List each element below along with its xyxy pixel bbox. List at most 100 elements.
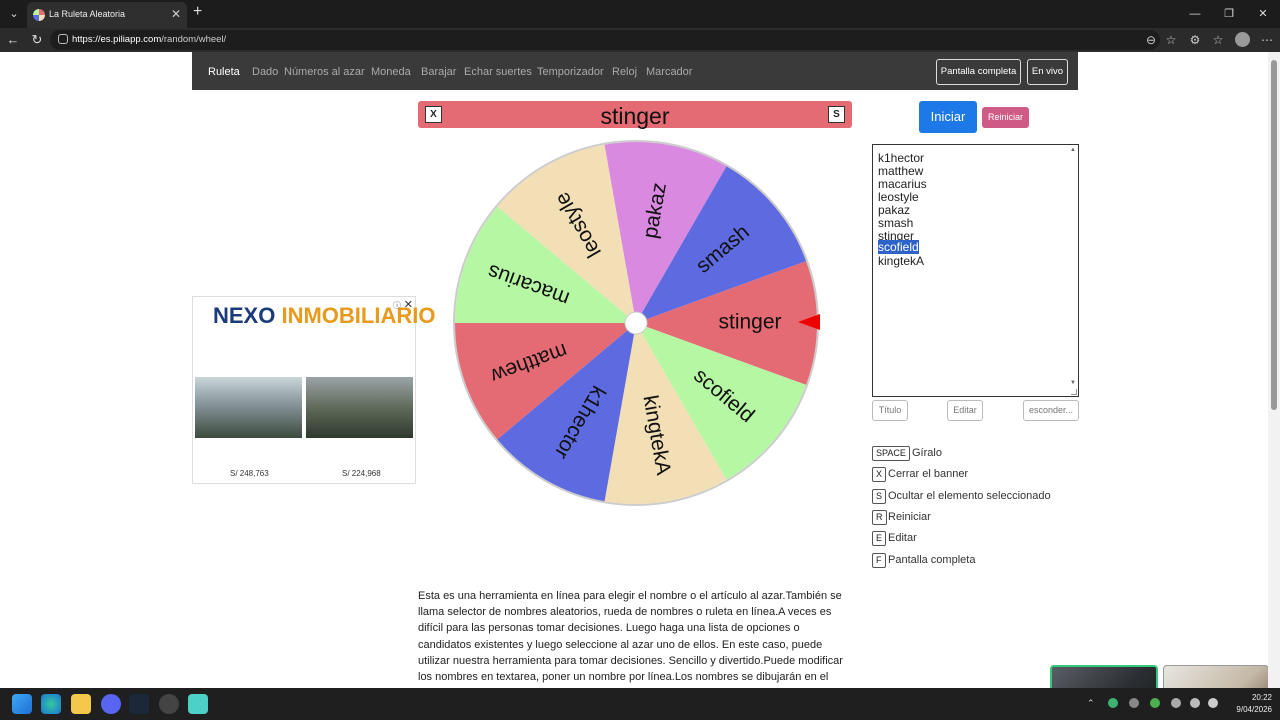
url-input[interactable]: https://es.piliapp.com/random/wheel/ bbox=[50, 30, 1160, 50]
site-navbar: Ruleta Dado Números al azar Moneda Baraj… bbox=[192, 52, 1078, 90]
obs-icon[interactable] bbox=[159, 694, 179, 714]
name-line: leostyle bbox=[878, 190, 919, 204]
ad-logo: NEXO INMOBILIARIO bbox=[213, 303, 436, 328]
webcam-overlay bbox=[1163, 665, 1268, 688]
shortcut-label: Cerrar el banner bbox=[888, 468, 969, 480]
window-controls: — ❐ ✕ bbox=[1178, 0, 1280, 28]
page-content: Ruleta Dado Números al azar Moneda Baraj… bbox=[0, 52, 1268, 688]
name-line: smash bbox=[878, 216, 914, 230]
ad-price: S/ 248,763 bbox=[230, 469, 269, 478]
name-line: macarius bbox=[878, 177, 927, 191]
nav-item-ruleta[interactable]: Ruleta bbox=[208, 66, 240, 78]
close-window-icon[interactable]: ✕ bbox=[1246, 0, 1280, 28]
roulette-wheel[interactable]: stingerscofieldkingtekAk1hectormatthewma… bbox=[450, 137, 822, 509]
nav-item-temporizador[interactable]: Temporizador bbox=[537, 66, 604, 78]
nav-item-moneda[interactable]: Moneda bbox=[371, 66, 411, 78]
hide-options-button[interactable]: esconder... bbox=[1023, 400, 1079, 421]
live-button[interactable]: En vivo bbox=[1027, 59, 1068, 85]
name-line: matthew bbox=[878, 164, 924, 178]
fullscreen-button[interactable]: Pantalla completa bbox=[936, 59, 1021, 85]
clock-time: 20:22 bbox=[1251, 693, 1272, 702]
tray-app-icon[interactable] bbox=[1129, 698, 1139, 708]
new-tab-icon[interactable]: + bbox=[193, 3, 202, 21]
wheel-hub bbox=[624, 311, 648, 335]
file-explorer-icon[interactable] bbox=[71, 694, 91, 714]
description-text: Esta es una herramienta en línea para el… bbox=[418, 590, 843, 688]
favorite-star-icon[interactable]: ☆ bbox=[1162, 31, 1180, 49]
edit-button[interactable]: Editar bbox=[947, 400, 983, 421]
names-textarea[interactable]: k1hector matthew macarius leostyle pakaz… bbox=[872, 144, 1079, 397]
reset-button[interactable]: Reiniciar bbox=[982, 107, 1029, 128]
url-host: https://es.piliapp.com bbox=[72, 34, 162, 45]
close-tab-icon[interactable]: ✕ bbox=[171, 7, 181, 21]
reading-mode-icon[interactable]: ⊖ bbox=[1142, 31, 1160, 49]
shortcut-label: Ocultar el elemento seleccionado bbox=[888, 490, 1051, 502]
extensions-icon[interactable]: ⚙ bbox=[1186, 31, 1204, 49]
start-icon[interactable] bbox=[12, 694, 32, 714]
resize-handle-icon[interactable] bbox=[1071, 389, 1077, 395]
restore-icon[interactable]: ❐ bbox=[1212, 0, 1246, 28]
nav-item-marcador[interactable]: Marcador bbox=[646, 66, 692, 78]
system-clock[interactable]: 20:22 9/04/2026 bbox=[1236, 692, 1272, 716]
scroll-up-arrow-icon[interactable]: ▲ bbox=[1070, 147, 1076, 153]
notepad-icon[interactable] bbox=[188, 694, 208, 714]
shortcut-label: Pantalla completa bbox=[888, 554, 976, 566]
ad-building-image[interactable] bbox=[195, 377, 302, 438]
nav-item-numeros[interactable]: Números al azar bbox=[284, 66, 365, 78]
ad-building-image[interactable] bbox=[306, 377, 413, 438]
clock-date: 9/04/2026 bbox=[1236, 705, 1272, 714]
name-line: pakaz bbox=[878, 203, 911, 217]
nav-item-echar-suertes[interactable]: Echar suertes bbox=[464, 66, 532, 78]
result-banner: stinger X S bbox=[418, 101, 852, 129]
address-toolbar: ← ↻ https://es.piliapp.com/random/wheel/… bbox=[0, 28, 1280, 52]
edge-browser-icon[interactable] bbox=[41, 694, 61, 714]
tray-app-icon[interactable] bbox=[1108, 698, 1118, 708]
menu-dots-icon[interactable]: ⋯ bbox=[1258, 31, 1276, 49]
ad-info-icon[interactable]: ⓘ bbox=[393, 300, 401, 311]
microphone-icon[interactable] bbox=[1171, 698, 1181, 708]
roulette-favicon-icon bbox=[33, 9, 45, 21]
url-path: /random/wheel/ bbox=[161, 34, 227, 45]
name-line: kingtekA bbox=[878, 254, 925, 268]
page-scrollbar[interactable] bbox=[1268, 52, 1280, 688]
tab-title: La Ruleta Aleatoria bbox=[49, 9, 126, 19]
back-arrow-icon[interactable]: ← bbox=[4, 31, 22, 49]
tab-list-chevron-icon[interactable]: ⌄ bbox=[4, 4, 24, 24]
wheel-segment-label: stinger bbox=[719, 311, 782, 334]
profile-avatar-icon[interactable] bbox=[1235, 32, 1250, 47]
browser-tab[interactable]: La Ruleta Aleatoria ✕ bbox=[27, 2, 187, 28]
start-button[interactable]: Iniciar bbox=[919, 101, 977, 133]
network-icon[interactable] bbox=[1190, 698, 1200, 708]
reload-icon[interactable]: ↻ bbox=[28, 31, 46, 49]
hide-selected-button[interactable]: S bbox=[828, 106, 845, 123]
steam-icon[interactable] bbox=[129, 694, 149, 714]
browser-tab-bar: ⌄ La Ruleta Aleatoria ✕ + — ❐ ✕ bbox=[0, 0, 1280, 28]
scroll-down-arrow-icon[interactable]: ▼ bbox=[1070, 380, 1076, 386]
tray-overflow-chevron-icon[interactable]: ⌃ bbox=[1087, 698, 1097, 708]
ad-close-icon[interactable]: ✕ bbox=[404, 298, 413, 311]
name-line-selected: scofield bbox=[878, 240, 919, 254]
nav-item-dado[interactable]: Dado bbox=[252, 66, 278, 78]
nav-item-barajar[interactable]: Barajar bbox=[421, 66, 456, 78]
webcam-overlay bbox=[1050, 665, 1158, 688]
result-text: stinger bbox=[600, 103, 670, 129]
scroll-thumb[interactable] bbox=[1271, 60, 1277, 410]
shortcut-key: SPACE bbox=[872, 446, 910, 461]
shortcut-key: S bbox=[872, 489, 887, 504]
close-banner-button[interactable]: X bbox=[425, 106, 442, 123]
lock-icon bbox=[58, 34, 68, 44]
volume-icon[interactable] bbox=[1208, 698, 1218, 708]
windows-taskbar: ⌃ 20:22 9/04/2026 bbox=[0, 688, 1280, 720]
minimize-icon[interactable]: — bbox=[1178, 0, 1212, 28]
shortcut-key: R bbox=[872, 510, 887, 525]
favorites-icon[interactable]: ☆ bbox=[1209, 31, 1227, 49]
title-button[interactable]: Título bbox=[872, 400, 908, 421]
discord-icon[interactable] bbox=[101, 694, 121, 714]
ad-price: S/ 224,968 bbox=[342, 469, 381, 478]
advertisement[interactable]: NEXO INMOBILIARIO ⓘ ✕ S/ 248,763 S/ 224,… bbox=[192, 296, 435, 484]
tray-app-icon[interactable] bbox=[1150, 698, 1160, 708]
shortcut-key: E bbox=[872, 531, 887, 546]
wheel-pointer-icon bbox=[798, 314, 820, 330]
nav-item-reloj[interactable]: Reloj bbox=[612, 66, 637, 78]
shortcut-label: Reiniciar bbox=[888, 511, 931, 523]
